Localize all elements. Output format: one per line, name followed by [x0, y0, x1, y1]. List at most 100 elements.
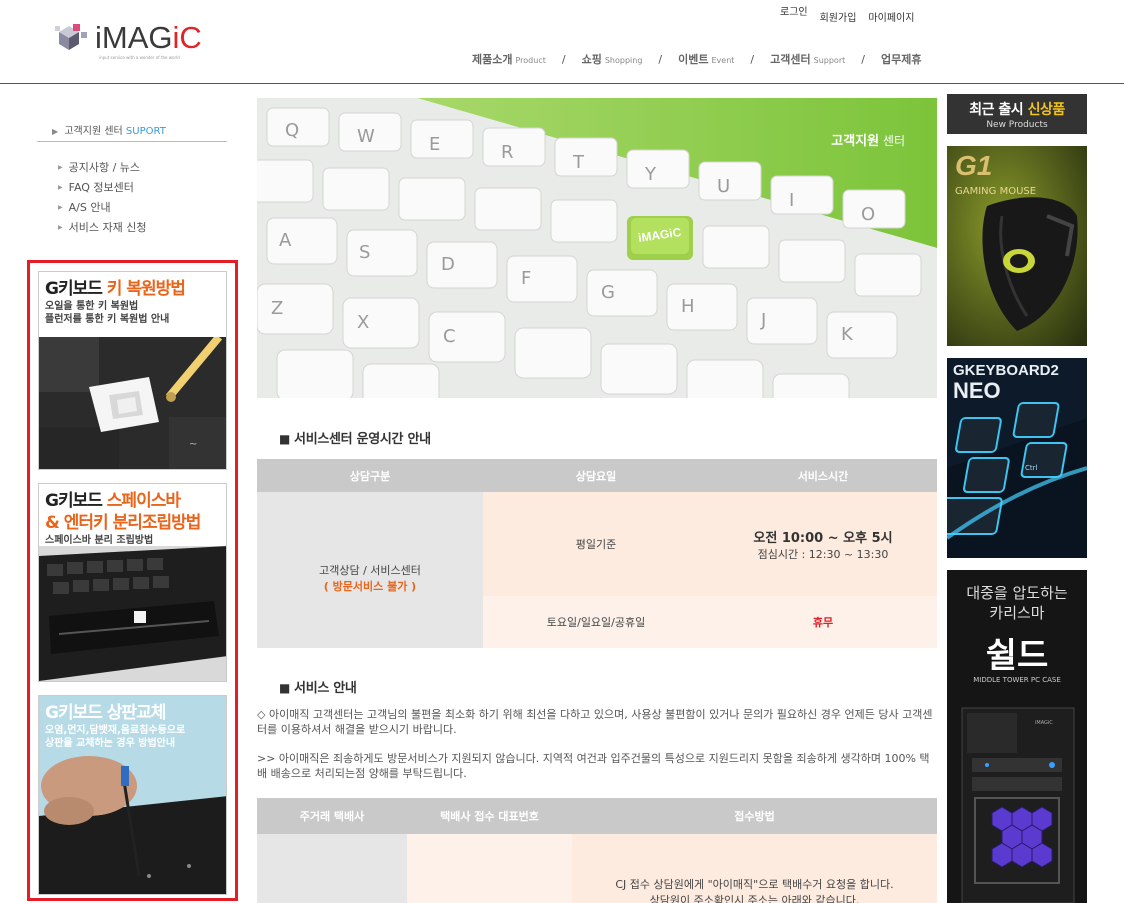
keycap-photo: ~ [39, 337, 226, 469]
svg-text:U: U [717, 176, 730, 197]
sidebar-menu: ▶ 공지사항 / 뉴스 ▶ FAQ 정보센터 ▶ A/S 안내 ▶ 서비스 자재 신청 [58, 158, 146, 238]
sidebar-item-parts-request[interactable]: ▶ 서비스 자재 신청 [58, 218, 146, 238]
guide-title-line2: & 엔터키 분리조립방법 [45, 513, 201, 533]
holiday-value-cell: 휴무 [709, 596, 937, 648]
svg-text:W: W [357, 126, 375, 147]
col-header: 택배사 접수 대표번호 [407, 798, 572, 834]
svg-text:G: G [601, 282, 615, 303]
svg-text:K: K [841, 324, 854, 345]
sidebar-item-notice[interactable]: ▶ 공지사항 / 뉴스 [58, 158, 146, 178]
gkeyboard-neo-banner[interactable]: GKEYBOARD2 NEO Ctrl [947, 358, 1087, 558]
ctrl-key-label: Ctrl [1025, 464, 1038, 472]
courier-cell [257, 834, 407, 903]
guide-desc: 오염,먼지,담뱃재,음료침수등으로 [45, 725, 186, 736]
sidebar-item-faq[interactable]: ▶ FAQ 정보센터 [58, 178, 146, 198]
svg-text:O: O [861, 204, 875, 225]
svg-text:Z: Z [271, 298, 283, 319]
svg-text:A: A [279, 230, 292, 251]
svg-text:Y: Y [644, 164, 657, 185]
logo-tagline: input service with a wonder of the world [99, 55, 180, 60]
mouse-label: GAMING MOUSE [955, 186, 1037, 197]
svg-text:E: E [429, 134, 440, 155]
svg-text:R: R [501, 142, 514, 163]
nav-separator: / [561, 53, 566, 66]
svg-text:S: S [359, 242, 370, 263]
svg-text:C: C [443, 326, 456, 347]
svg-text:Q: Q [285, 120, 299, 141]
shield-case-banner[interactable]: 대중을 압도하는 카리스마 쉴드 MIDDLE TOWER PC CASE iM… [947, 570, 1087, 903]
col-header: 접수방법 [572, 798, 937, 834]
case-tagline-2: 카리스마 [989, 604, 1045, 622]
login-link[interactable]: 로그인 [780, 3, 808, 24]
gaming-mouse-banner[interactable]: G1 GAMING MOUSE [947, 146, 1087, 346]
svg-text:F: F [521, 268, 531, 289]
svg-text:T: T [572, 152, 585, 173]
svg-text:H: H [681, 296, 695, 317]
case-tagline-1: 대중을 압도하는 [966, 584, 1068, 602]
arrow-right-icon: ▶ [58, 164, 63, 171]
site-logo[interactable]: iMAGiC input service with a wonder of th… [55, 20, 202, 60]
svg-text:I: I [789, 190, 794, 211]
nav-event[interactable]: 이벤트 Event [678, 51, 734, 67]
nav-product[interactable]: 제품소개 Product [472, 51, 546, 67]
mypage-link[interactable]: 마이페이지 [868, 9, 914, 24]
logo-wordmark: iMAGiC [95, 20, 202, 55]
guide-desc: 상판을 교체하는 경우 방법안내 [45, 738, 176, 749]
guide-desc: 오일을 통한 키 복원법 [45, 301, 139, 312]
arrow-right-icon: ▶ [58, 224, 63, 231]
svg-text:D: D [441, 254, 455, 275]
guide-key-restore[interactable]: G키보드 키 복원방법 오일을 통한 키 복원법 플런저를 통한 키 복원법 안… [38, 271, 227, 470]
square-bullet-icon: ■ [279, 432, 291, 446]
sidebar-title: ▶ 고객지원 센터 SUPORT [52, 126, 166, 137]
arrow-right-icon: ▶ [58, 184, 63, 191]
keyboard-neo-title1: GKEYBOARD2 [953, 362, 1059, 379]
sidebar-divider [37, 141, 227, 142]
banner-title: 고객지원 센터 [831, 134, 905, 149]
new-products-banner[interactable]: 최근 출시 신상품 New Products [947, 94, 1087, 134]
nav-shopping[interactable]: 쇼핑 Shopping [582, 51, 643, 67]
nav-partnership[interactable]: 업무제휴 [881, 51, 921, 67]
svg-text:X: X [357, 312, 369, 333]
spacebar-photo [39, 546, 226, 681]
holiday-cell: 토요일/일요일/공휴일 [483, 596, 709, 648]
case-name: 쉴드 [985, 636, 1049, 676]
signup-link[interactable]: 회원가입 [820, 9, 857, 24]
main-nav: 제품소개 Product / 쇼핑 Shopping / 이벤트 Event / 고객… [472, 51, 921, 67]
nav-separator: / [658, 53, 663, 66]
section-title-hours: ■ 서비스센터 운영시간 안내 [279, 432, 431, 447]
hours-table: 상담구분 상담요일 서비스시간 고객상담 / 서비스센터 ( 방문서비스 불가 … [257, 459, 937, 648]
method-cell: CJ 접수 상담원에게 "아이매직"으로 택배수거 요청을 합니다. 상담원이 … [572, 834, 937, 903]
nav-separator: / [861, 53, 865, 66]
col-header: 주거래 택배사 [257, 798, 407, 834]
section-title-service: ■ 서비스 안내 [279, 681, 357, 696]
hero-banner: QWE RTY UIO ASD FGH JK ZXC iMAGiC 고객지원 센… [257, 98, 937, 398]
nav-separator: / [750, 53, 755, 66]
service-paragraph-1: ◇ 아이매직 고객센터는 고객님의 불편을 최소화 하기 위해 최선을 다하고 … [257, 708, 933, 736]
nav-support[interactable]: 고객센터 Support [770, 51, 845, 67]
weekday-time-cell: 오전 10:00 ~ 오후 5시 점심시간 : 12:30 ~ 13:30 [709, 492, 937, 596]
guide-title: G키보드 상판교체 [45, 703, 166, 723]
category-cell: 고객상담 / 서비스센터 ( 방문서비스 불가 ) [257, 492, 483, 648]
cover-replace-photo [39, 756, 226, 894]
service-paragraph-2: >> 아이매직은 죄송하게도 방문서비스가 지원되지 않습니다. 지역적 여건과… [257, 752, 930, 780]
sidebar-item-as[interactable]: ▶ A/S 안내 [58, 198, 146, 218]
phone-cell [407, 834, 572, 903]
mouse-logo: G1 [955, 150, 993, 181]
guide-spacebar[interactable]: G키보드 스페이스바 & 엔터키 분리조립방법 스페이스바 분리 조립방법 [38, 483, 227, 682]
col-header: 상담요일 [483, 459, 709, 492]
logo-cube-icon [55, 22, 91, 54]
triangle-right-icon: ▶ [52, 127, 59, 136]
guide-title: G키보드 키 복원방법 [45, 279, 186, 299]
arrow-right-icon: ▶ [58, 204, 63, 211]
col-header: 서비스시간 [709, 459, 937, 492]
guide-top-cover[interactable]: G키보드 상판교체 오염,먼지,담뱃재,음료침수등으로 상판을 교체하는 경우 … [38, 695, 227, 895]
keyboard-neo-title2: NEO [953, 378, 1001, 403]
case-brand: iMAGiC [1035, 720, 1053, 726]
weekday-cell: 평일기준 [483, 492, 709, 596]
svg-text:~: ~ [189, 439, 197, 450]
col-header: 상담구분 [257, 459, 483, 492]
guide-desc: 플런저를 통한 키 복원법 안내 [45, 314, 170, 325]
guide-title: G키보드 스페이스바 [45, 491, 181, 511]
square-bullet-icon: ■ [279, 681, 291, 695]
site-header: iMAGiC input service with a wonder of th… [0, 0, 1124, 84]
